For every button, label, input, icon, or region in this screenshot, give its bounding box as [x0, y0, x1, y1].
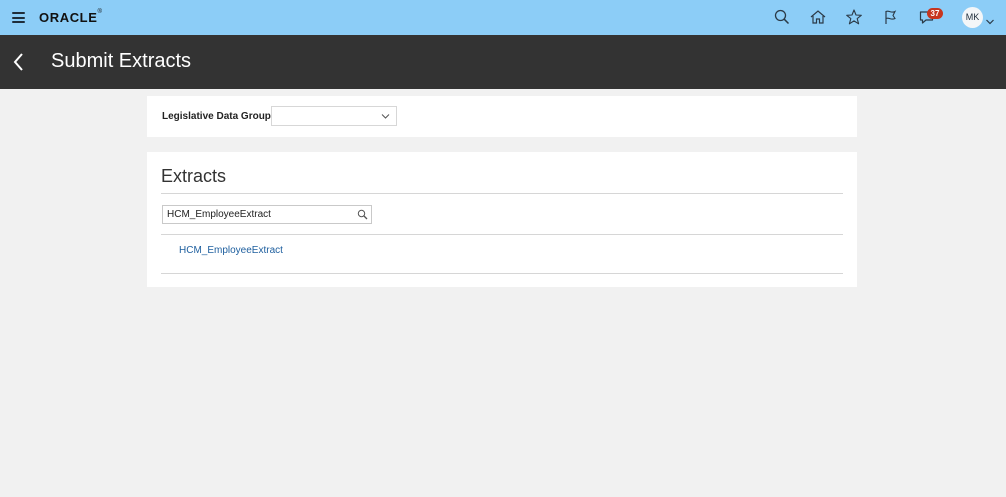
back-button[interactable]	[12, 52, 26, 72]
extracts-panel: Extracts HCM_EmployeeExtract	[147, 152, 857, 287]
search-icon[interactable]	[773, 8, 791, 26]
extracts-heading: Extracts	[161, 166, 227, 186]
star-icon[interactable]	[845, 8, 863, 26]
home-icon[interactable]	[809, 8, 827, 26]
oracle-logo: ORACLE®	[39, 9, 103, 25]
chevron-left-icon	[13, 53, 23, 71]
divider	[161, 234, 843, 235]
chevron-down-icon	[381, 114, 390, 119]
page-title: Submit Extracts	[51, 50, 192, 72]
chevron-down-icon[interactable]	[985, 13, 995, 25]
user-avatar[interactable]: MK	[962, 7, 983, 28]
flag-icon[interactable]	[881, 8, 899, 26]
divider	[161, 193, 843, 194]
legislative-data-group-select[interactable]	[271, 106, 397, 126]
extract-result-link[interactable]: HCM_EmployeeExtract	[179, 245, 283, 256]
search-icon[interactable]	[357, 209, 368, 220]
menu-icon[interactable]	[12, 12, 25, 23]
divider	[161, 273, 843, 274]
global-header: ORACLE® 37 MK	[0, 0, 1006, 35]
extracts-search-box	[162, 205, 372, 224]
legislative-data-group-panel: Legislative Data Group	[147, 96, 857, 137]
legislative-data-group-label: Legislative Data Group	[162, 111, 271, 122]
extracts-search-input[interactable]	[167, 208, 352, 221]
notifications-count-badge: 37	[927, 8, 943, 19]
